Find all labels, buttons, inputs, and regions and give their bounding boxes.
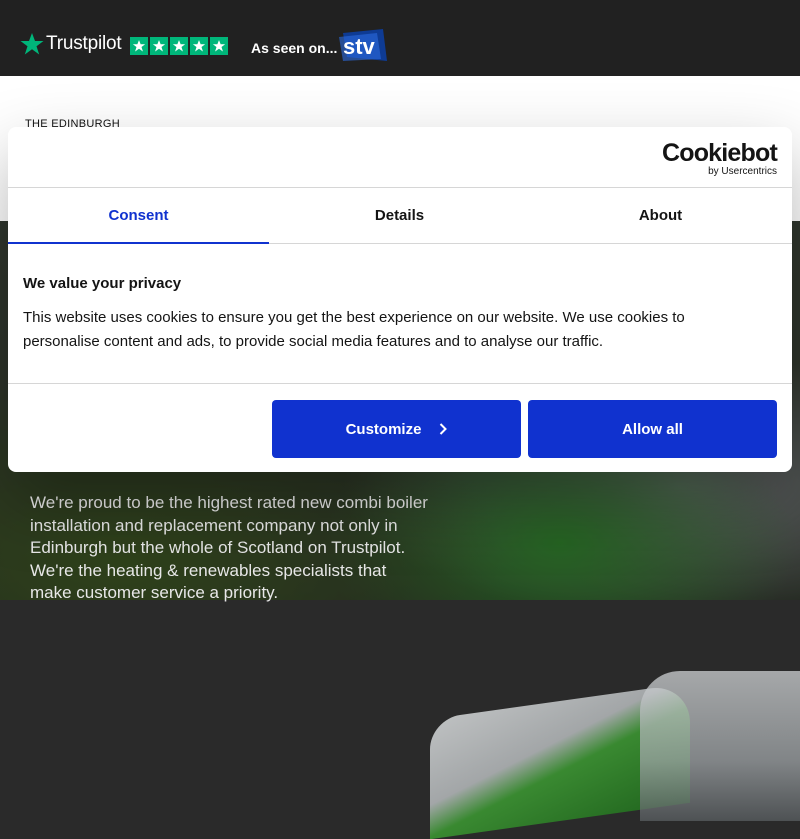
dialog-title: We value your privacy: [23, 275, 182, 292]
dialog-tabs: Consent Details About: [8, 188, 792, 244]
hero-van-image-2: [640, 671, 800, 821]
stv-logo-text: stv: [343, 34, 376, 59]
cookiebot-logo-main: Cookiebot: [661, 139, 778, 167]
hero-text: We're proud to be the highest rated new …: [30, 493, 428, 603]
rating-star-icon: [190, 37, 208, 55]
dialog-body: We value your privacy This website uses …: [23, 275, 763, 354]
trustpilot-star-icon: [20, 33, 44, 55]
stv-logo-icon[interactable]: stv: [337, 27, 389, 63]
tab-consent[interactable]: Consent: [8, 188, 269, 244]
top-bar: Trustpilot As seen on... stv: [0, 0, 800, 76]
customize-button[interactable]: Customize: [272, 400, 521, 458]
rating-star-icon: [150, 37, 168, 55]
trustpilot-label: Trustpilot: [46, 33, 122, 54]
tab-details[interactable]: Details: [269, 188, 530, 243]
rating-star-icon: [130, 37, 148, 55]
tab-about[interactable]: About: [530, 188, 791, 243]
allow-all-button[interactable]: Allow all: [528, 400, 777, 458]
chevron-right-icon: [439, 423, 448, 435]
cookiebot-logo[interactable]: Cookiebot by Usercentrics: [661, 139, 778, 177]
customize-label: Customize: [345, 420, 422, 438]
dialog-divider: [8, 383, 792, 384]
trustpilot-rating: [130, 37, 228, 55]
rating-star-icon: [170, 37, 188, 55]
dialog-text: This website uses cookies to ensure you …: [23, 309, 685, 350]
rating-star-icon: [210, 37, 228, 55]
allow-all-label: Allow all: [622, 420, 683, 438]
trustpilot-logo[interactable]: Trustpilot: [20, 32, 122, 56]
cookie-consent-dialog: Cookiebot by Usercentrics Consent Detail…: [8, 127, 792, 472]
as-seen-on-label: As seen on...: [251, 40, 338, 56]
dialog-header: Cookiebot by Usercentrics: [8, 127, 792, 188]
cookiebot-logo-sub: by Usercentrics: [708, 166, 777, 177]
